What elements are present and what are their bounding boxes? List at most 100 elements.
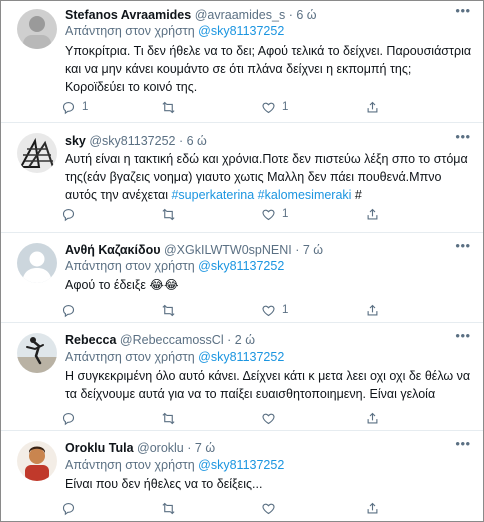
tweet-actions: 1 1 (61, 98, 453, 116)
tweet-stefanos[interactable]: Stefanos Avraamides @avraamides_s · 6 ώ … (1, 1, 483, 123)
reply-icon (62, 208, 75, 221)
like-icon (262, 503, 275, 514)
author-handle[interactable]: @avraamides_s (195, 8, 286, 22)
separator-dot: · (288, 8, 293, 22)
share-button[interactable] (365, 499, 380, 517)
avatar[interactable] (17, 243, 57, 283)
tweet-header: Ανθή Καζακίδου @XGkILWTW0spNENI · 7 ώ (65, 241, 451, 259)
retweet-icon (162, 304, 175, 316)
avatar[interactable] (17, 133, 57, 173)
tweet-anthi[interactable]: Ανθή Καζακίδου @XGkILWTW0spNENI · 7 ώ ••… (1, 233, 483, 323)
like-button[interactable]: 1 (261, 205, 288, 223)
retweet-button[interactable] (161, 409, 182, 427)
avatar[interactable] (17, 333, 57, 373)
like-count: 1 (282, 208, 289, 220)
more-icon[interactable]: ••• (453, 437, 473, 455)
tweet-replies-panel: Stefanos Avraamides @avraamides_s · 6 ώ … (0, 0, 484, 522)
tweet-actions (61, 499, 453, 517)
more-icon[interactable]: ••• (453, 130, 473, 148)
more-icon[interactable]: ••• (453, 239, 473, 257)
tweet-header: sky @sky81137252 · 6 ώ (65, 132, 451, 150)
timestamp[interactable]: 2 ώ (235, 333, 255, 347)
reply-context: Απάντηση στον χρήστη @sky81137252 (65, 23, 473, 40)
reply-button[interactable] (61, 205, 82, 223)
tweet-text: Είναι που δεν ήθελες να το δείξεις... (65, 477, 263, 491)
share-button[interactable] (365, 409, 380, 427)
tweet-actions (61, 409, 453, 427)
more-icon[interactable]: ••• (453, 4, 473, 22)
share-button[interactable] (365, 205, 380, 223)
tweet-actions: 1 (61, 205, 453, 223)
separator-dot: · (178, 134, 184, 148)
author-handle[interactable]: @RebeccamossCl (120, 333, 224, 347)
tweet-actions: 1 (61, 301, 453, 319)
tweet-sky[interactable]: sky @sky81137252 · 6 ώ ••• Αυτή είναι η … (1, 123, 483, 233)
reply-count: 1 (82, 101, 89, 113)
author-name[interactable]: Ανθή Καζακίδου (65, 243, 160, 257)
reply-icon (62, 101, 75, 114)
reply-button[interactable] (61, 301, 82, 319)
reply-prefix: Απάντηση στον χρήστη (65, 24, 195, 38)
reply-context: Απάντηση στον χρήστη @sky81137252 (65, 349, 473, 366)
tweet-text: Η συγκεκριμένη όλο αυτό κάνει. Δείχνει κ… (65, 369, 471, 401)
reply-mention[interactable]: @sky81137252 (198, 24, 284, 38)
like-button[interactable] (261, 499, 282, 517)
timestamp[interactable]: 6 ώ (296, 8, 316, 22)
separator-dot: · (227, 333, 232, 347)
author-name[interactable]: Oroklu Tula (65, 441, 134, 455)
share-icon (367, 502, 378, 513)
avatar[interactable] (17, 9, 57, 49)
like-icon (262, 209, 275, 220)
tweet-header: Stefanos Avraamides @avraamides_s · 6 ώ (65, 6, 451, 24)
like-button[interactable]: 1 (261, 301, 288, 319)
tweet-header: Rebecca @RebeccamossCl · 2 ώ (65, 331, 451, 349)
retweet-button[interactable] (161, 301, 182, 319)
reply-button[interactable] (61, 409, 82, 427)
tweet-oroklu[interactable]: Oroklu Tula @oroklu · 7 ώ ••• Απάντηση σ… (1, 431, 483, 521)
timestamp[interactable]: 6 ώ (187, 134, 207, 148)
like-icon (262, 413, 275, 424)
share-button[interactable] (365, 301, 380, 319)
retweet-button[interactable] (161, 205, 182, 223)
avatar[interactable] (17, 441, 57, 481)
author-handle[interactable]: @XGkILWTW0spNENI (164, 243, 292, 257)
like-button[interactable] (261, 409, 282, 427)
retweet-button[interactable] (161, 98, 182, 116)
hashtag-link[interactable]: #kalomesimeraki (258, 188, 352, 202)
retweet-icon (162, 208, 175, 220)
share-icon (367, 304, 378, 315)
separator-dot: · (187, 441, 192, 455)
reply-button[interactable] (61, 499, 82, 517)
author-handle[interactable]: @oroklu (137, 441, 184, 455)
reply-button[interactable]: 1 (61, 98, 88, 116)
separator-dot: · (295, 243, 300, 257)
reply-context: Απάντηση στον χρήστη @sky81137252 (65, 258, 473, 275)
author-name[interactable]: Stefanos Avraamides (65, 8, 191, 22)
reply-icon (62, 412, 75, 425)
timestamp[interactable]: 7 ώ (303, 243, 323, 257)
hashtag-link[interactable]: #superkaterina (171, 188, 254, 202)
more-icon[interactable]: ••• (453, 329, 473, 347)
tweet-text-end: # (351, 188, 362, 202)
reply-mention[interactable]: @sky81137252 (198, 350, 284, 364)
like-icon (262, 305, 275, 316)
reply-mention[interactable]: @sky81137252 (198, 259, 284, 273)
like-count: 1 (282, 304, 289, 316)
retweet-icon (162, 101, 175, 113)
author-handle[interactable]: @sky81137252 (89, 134, 175, 148)
retweet-button[interactable] (161, 499, 182, 517)
tweet-header: Oroklu Tula @oroklu · 7 ώ (65, 439, 451, 457)
retweet-icon (162, 412, 175, 424)
tweet-rebecca[interactable]: Rebecca @RebeccamossCl · 2 ώ ••• Απάντησ… (1, 323, 483, 431)
share-button[interactable] (365, 98, 380, 116)
tweet-text: Αυτή είναι η τακτική εδώ και χρόνια.Ποτε… (65, 150, 473, 204)
like-button[interactable]: 1 (261, 98, 288, 116)
like-icon (262, 102, 275, 113)
reply-mention[interactable]: @sky81137252 (198, 458, 284, 472)
reply-prefix: Απάντηση στον χρήστη (65, 350, 195, 364)
reply-icon (62, 502, 75, 515)
timestamp[interactable]: 7 ώ (195, 441, 215, 455)
author-name[interactable]: sky (65, 134, 86, 148)
author-name[interactable]: Rebecca (65, 333, 116, 347)
share-icon (367, 412, 378, 423)
